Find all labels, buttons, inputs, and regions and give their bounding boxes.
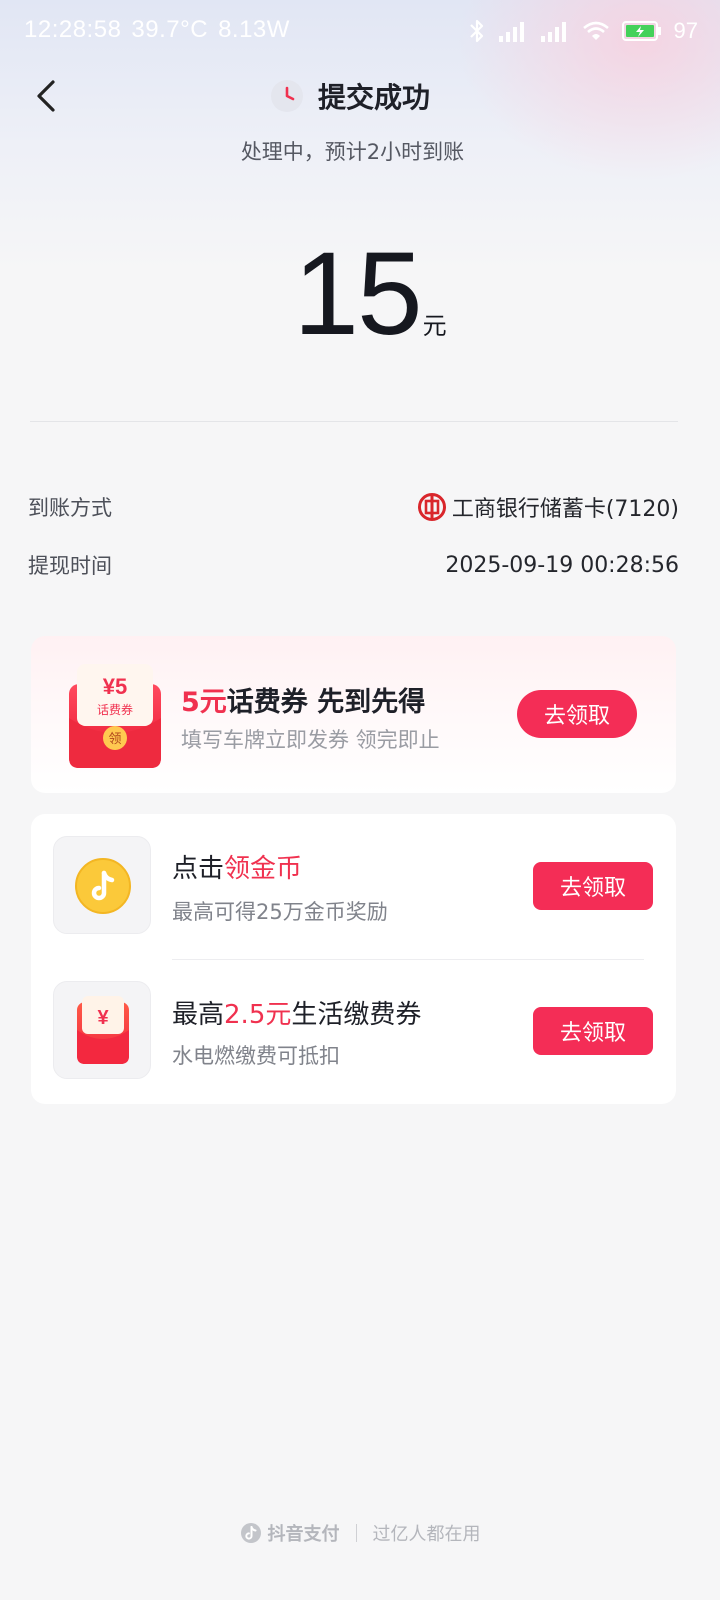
amount-display: 15元 [0,226,720,362]
packet-seal: 领 [108,732,121,747]
signal-icon-2 [540,22,566,42]
clock-icon [271,80,303,112]
claim-phone-voucher-button[interactable]: 去领取 [517,690,637,738]
method-label: 到账方式 [28,496,112,520]
status-left: 12:28:58 39.7°C 8.13W [24,16,300,44]
back-icon[interactable] [26,74,70,118]
divider [30,421,678,422]
offer-utility-title: 最高2.5元生活缴费券 [172,994,421,1031]
offer-utility-title-prefix: 最高 [172,1000,225,1030]
battery-level: 97 [673,18,698,43]
footer-separator [355,1524,357,1542]
offer-coin-title: 点击领金币 [172,848,302,885]
claim-coins-button[interactable]: 去领取 [533,862,653,910]
status-bar: 12:28:58 39.7°C 8.13W 97 [0,0,720,62]
red-packet-icon: ¥5 话费券 领 [69,664,161,768]
promo-subtitle: 填写车牌立即发券 领完即止 [181,728,440,752]
promo-title: 5元话费券 先到先得 [181,680,425,719]
signal-icon-1 [498,22,524,42]
coin-icon-box [53,836,151,934]
douyin-logo-icon [240,1523,261,1543]
offer-utility-subtitle: 水电燃缴费可抵扣 [172,1044,340,1068]
title-group: 提交成功 [270,76,430,116]
detail-row-method: 到账方式 工商银行储蓄卡(7120) [28,489,679,525]
wifi-icon [582,21,609,40]
promo-card[interactable]: ¥5 话费券 领 5元话费券 先到先得 填写车牌立即发券 领完即止 去领取 [31,636,676,793]
detail-row-time: 提现时间 2025-09-19 00:28:56 [28,547,679,583]
footer-brand: 抖音支付 [240,1520,340,1546]
packet-label: 话费券 [97,702,133,717]
offers-card: 点击领金币 最高可得25万金币奖励 去领取 ¥ 最高2.5元生活缴费券 水电燃缴… [31,814,676,1104]
icbc-logo-icon [417,493,446,521]
method-value: 工商银行储蓄卡(7120) [451,497,679,522]
time-label: 提现时间 [28,554,112,578]
amount-value: 15 [293,228,422,360]
offer-coin-title-highlight: 领金币 [224,854,303,884]
packet-amount: ¥5 [103,674,127,699]
offer-divider [172,959,644,960]
footer: 抖音支付 过亿人都在用 [0,1518,720,1548]
status-icons: 97 [468,15,698,47]
coin-icon [75,858,131,914]
footer-slogan: 过亿人都在用 [372,1524,481,1545]
footer-brand-name: 抖音支付 [267,1524,340,1545]
bluetooth-icon [469,19,483,43]
battery-icon [621,21,661,41]
offer-coin-title-prefix: 点击 [172,854,225,884]
processing-status: 处理中，预计2小时到账 [240,140,465,164]
offer-utility-title-highlight: 2.5元 [224,1000,292,1030]
offer-coin-subtitle: 最高可得25万金币奖励 [172,900,388,924]
promo-title-rest: 话费券 先到先得 [226,687,426,718]
svg-text:¥: ¥ [97,1007,109,1029]
amount-unit: 元 [422,312,447,340]
status-temperature: 39.7°C [131,16,209,43]
method-value-group: 工商银行储蓄卡(7120) [417,491,679,523]
envelope-icon-box: ¥ [53,981,151,1079]
page-title: 提交成功 [318,81,431,114]
time-value: 2025-09-19 00:28:56 [445,552,679,578]
status-power: 8.13W [218,16,290,43]
red-envelope-icon: ¥ [77,996,129,1064]
offer-utility-title-suffix: 生活缴费券 [291,1000,422,1030]
status-time: 12:28:58 [24,16,122,43]
promo-title-highlight: 5元 [181,687,227,718]
claim-utility-voucher-button[interactable]: 去领取 [533,1007,653,1055]
